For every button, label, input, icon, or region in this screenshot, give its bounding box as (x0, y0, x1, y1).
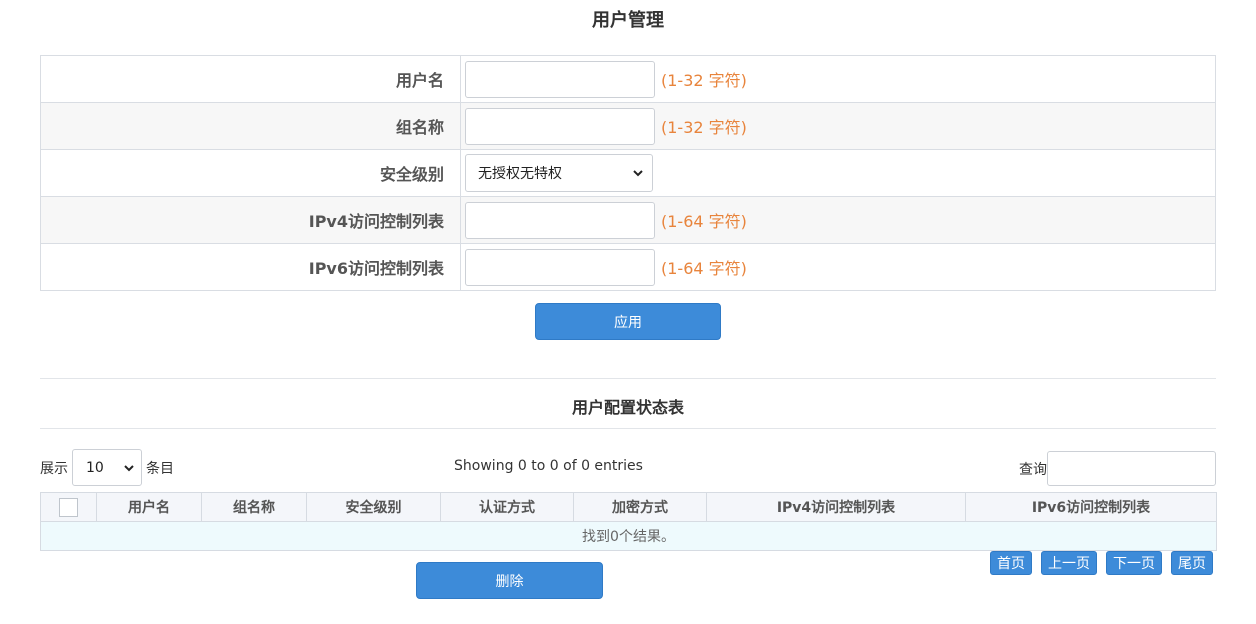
next-page-button[interactable]: 下一页 (1106, 551, 1162, 575)
group-label: 组名称 (41, 103, 461, 149)
page-title: 用户管理 (592, 10, 664, 31)
column-header[interactable]: 认证方式 (440, 492, 574, 522)
group-input[interactable] (465, 107, 655, 145)
section-title: 用户配置状态表 (571, 398, 684, 417)
column-header[interactable]: 安全级别 (306, 492, 441, 522)
empty-message: 找到0个结果。 (40, 521, 1217, 551)
form-row-security: 安全级别 无授权无特权 (41, 150, 1215, 197)
prev-page-button[interactable]: 上一页 (1041, 551, 1097, 575)
user-form: 用户名 (1-32 字符) 组名称 (1-32 字符) 安全级别 无授权无特权 … (40, 55, 1216, 291)
search-label: 查询 (1019, 461, 1047, 478)
divider (40, 428, 1216, 429)
apply-button[interactable]: 应用 (535, 303, 721, 340)
form-row-ipv4-acl: IPv4访问控制列表 (1-64 字符) (41, 197, 1215, 244)
pagination: 首页 上一页 下一页 尾页 (990, 551, 1213, 575)
ipv6-acl-input[interactable] (465, 248, 655, 286)
ipv6-acl-hint: (1-64 字符) (661, 259, 747, 278)
table-search: 查询 (1019, 451, 1216, 486)
ipv4-acl-hint: (1-64 字符) (661, 212, 747, 231)
username-hint: (1-32 字符) (661, 71, 747, 90)
chevron-down-icon (633, 170, 643, 177)
search-input[interactable] (1047, 451, 1216, 486)
delete-button[interactable]: 删除 (416, 562, 603, 599)
ipv4-acl-label: IPv4访问控制列表 (41, 197, 461, 243)
form-row-group: 组名称 (1-32 字符) (41, 103, 1215, 150)
user-status-table: 用户名 组名称 安全级别 认证方式 加密方式 IPv4访问控制列表 IPv6访问… (40, 492, 1217, 551)
table-row: 找到0个结果。 (40, 521, 1217, 551)
column-header[interactable]: 用户名 (96, 492, 202, 522)
ipv4-acl-input[interactable] (465, 201, 655, 239)
column-header[interactable]: IPv4访问控制列表 (706, 492, 966, 522)
group-hint: (1-32 字符) (661, 118, 747, 137)
username-label: 用户名 (41, 56, 461, 102)
username-input[interactable] (465, 60, 655, 98)
first-page-button[interactable]: 首页 (990, 551, 1032, 575)
security-label: 安全级别 (41, 150, 461, 196)
ipv6-acl-label: IPv6访问控制列表 (41, 244, 461, 290)
column-header[interactable]: 加密方式 (573, 492, 707, 522)
form-row-username: 用户名 (1-32 字符) (41, 56, 1215, 103)
select-all-cell (40, 492, 97, 522)
column-header[interactable]: IPv6访问控制列表 (965, 492, 1217, 522)
security-level-select[interactable]: 无授权无特权 (465, 154, 653, 192)
last-page-button[interactable]: 尾页 (1171, 551, 1213, 575)
form-row-ipv6-acl: IPv6访问控制列表 (1-64 字符) (41, 244, 1215, 290)
security-level-value: 无授权无特权 (478, 166, 562, 182)
column-header[interactable]: 组名称 (201, 492, 307, 522)
table-header-row: 用户名 组名称 安全级别 认证方式 加密方式 IPv4访问控制列表 IPv6访问… (40, 492, 1217, 522)
divider (40, 378, 1216, 379)
table-info: Showing 0 to 0 of 0 entries (454, 458, 643, 474)
select-all-checkbox[interactable] (59, 497, 78, 517)
